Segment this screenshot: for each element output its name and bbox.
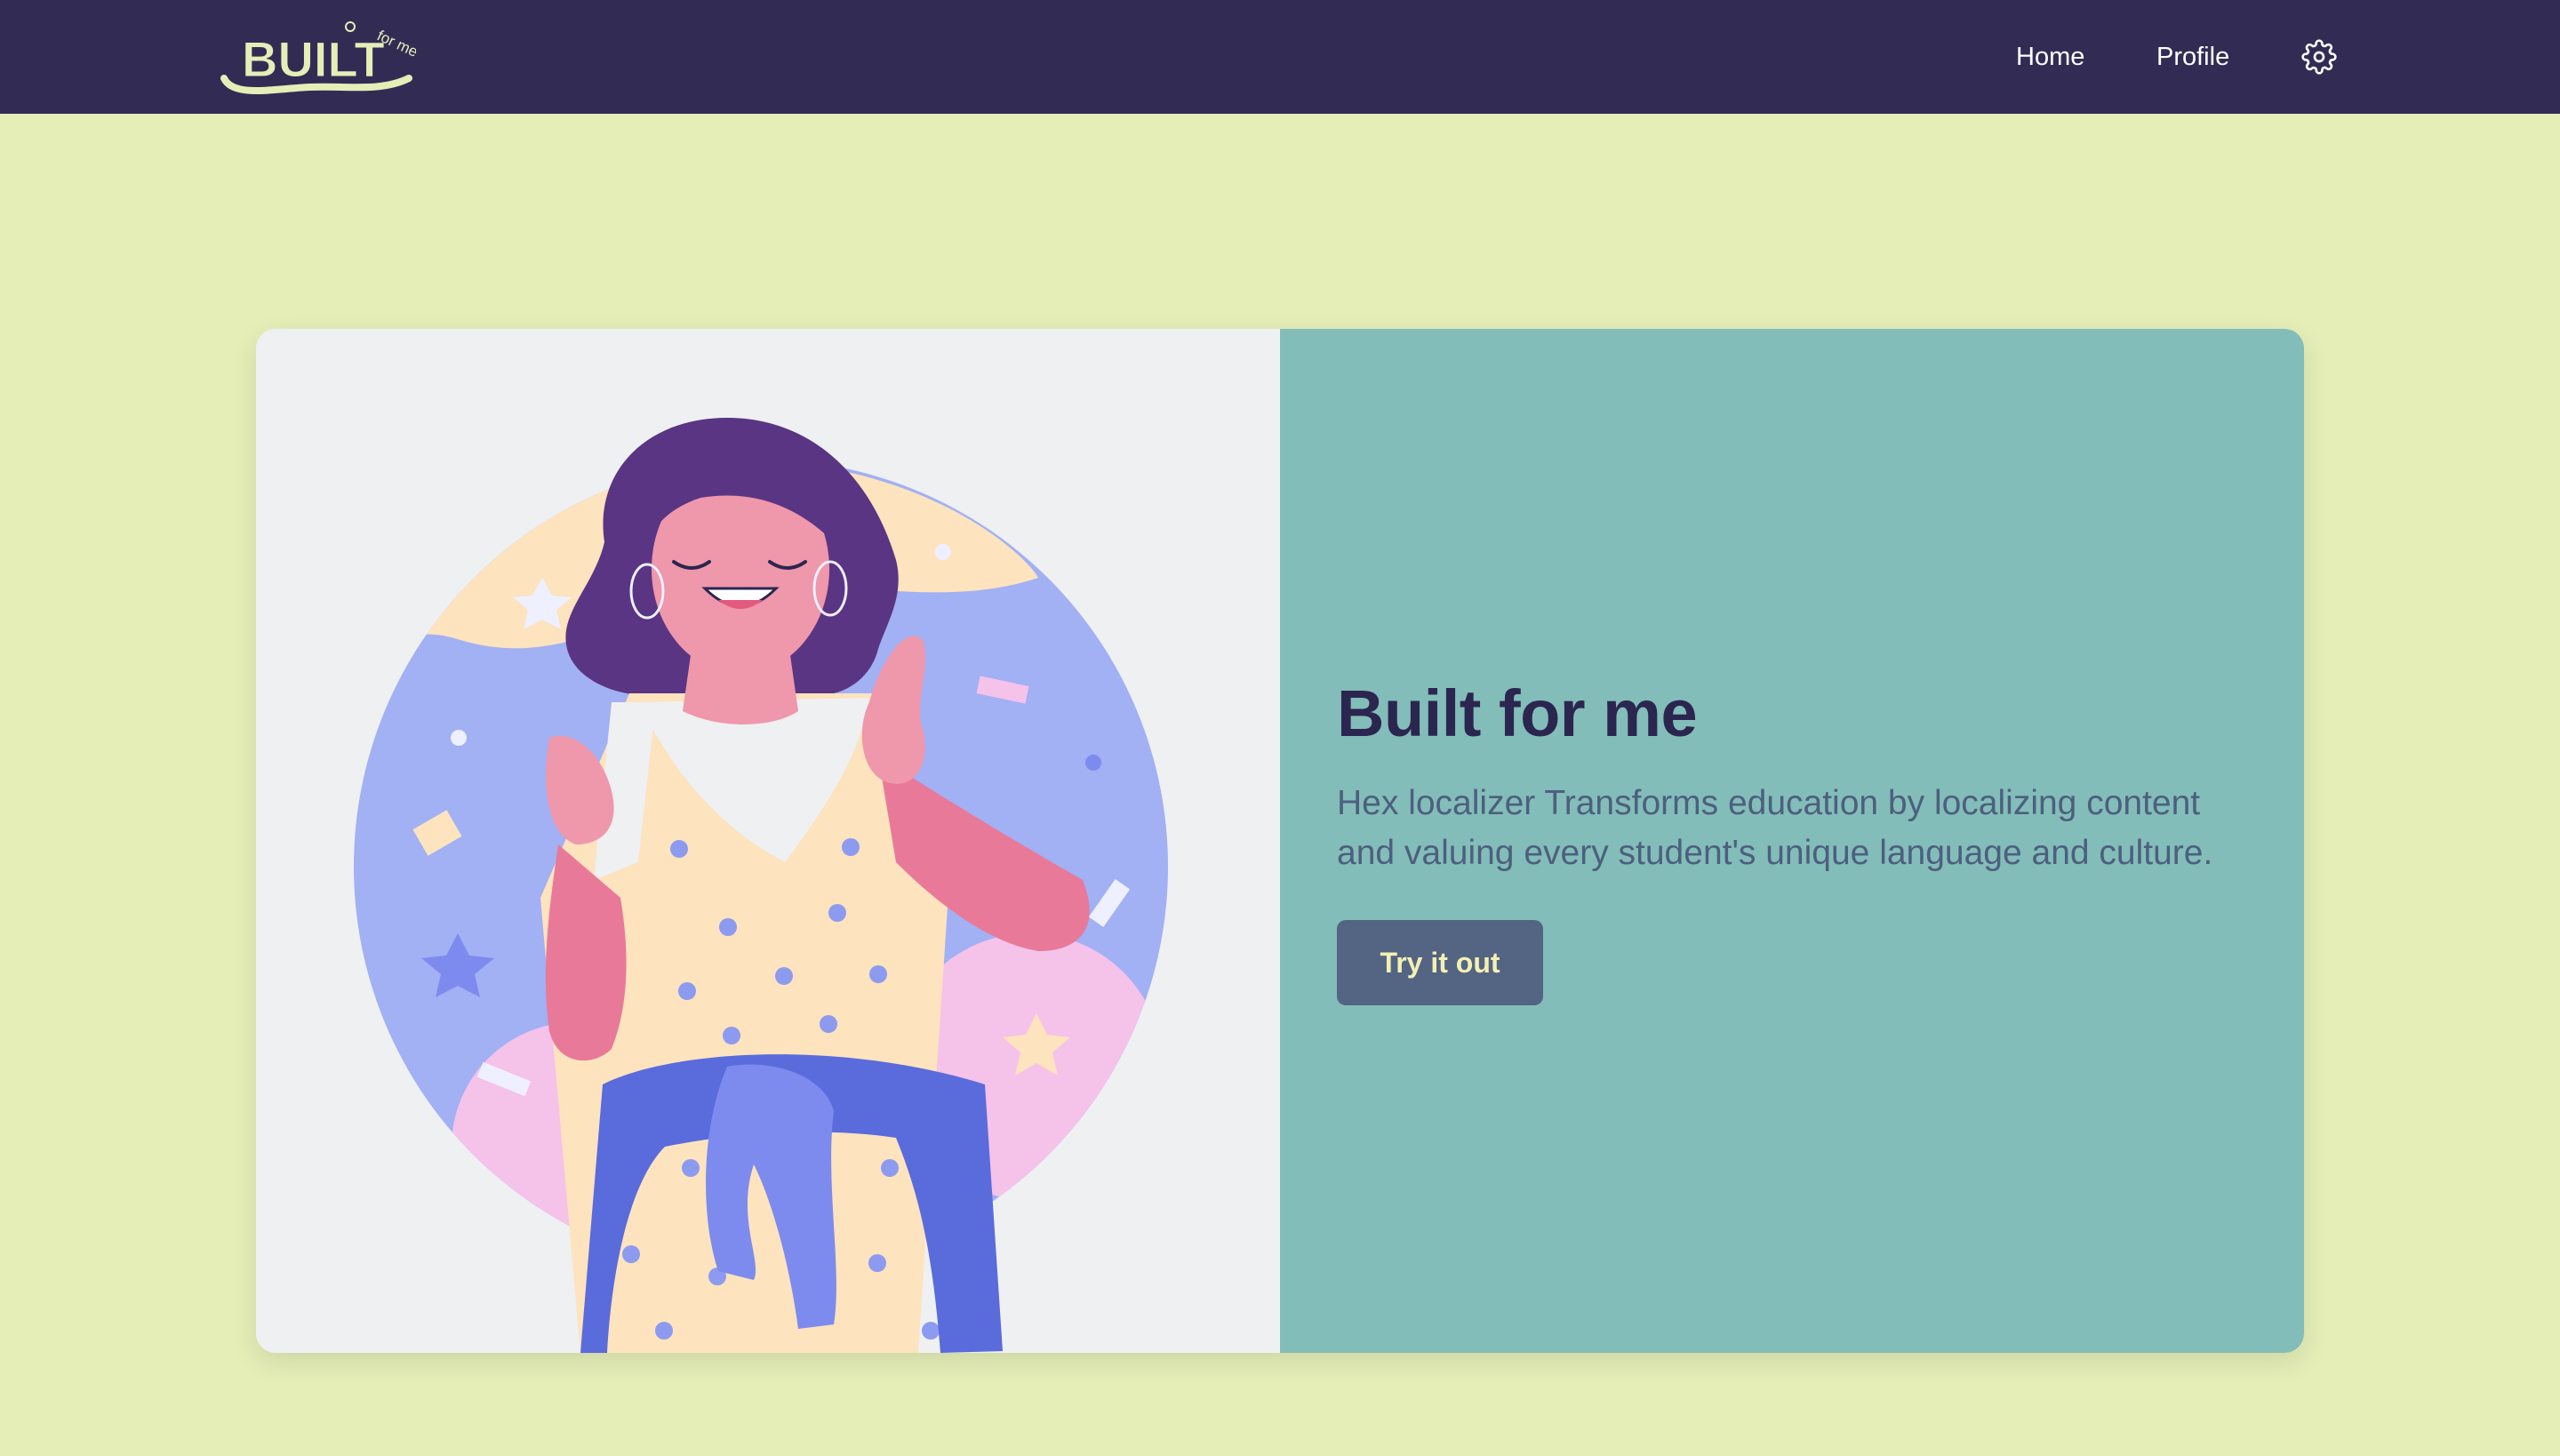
built-for-me-logo[interactable]: BUILT for me (220, 16, 416, 98)
logo-text: BUILT (242, 31, 385, 87)
try-it-out-button[interactable]: Try it out (1337, 920, 1543, 1005)
hero-description: Hex localizer Transforms education by lo… (1337, 784, 2213, 872)
hero-text-panel: Built for me Hex localizer Transforms ed… (1280, 329, 2304, 1353)
girl-thumbs-up-illustration (354, 418, 1168, 1353)
nav-profile-link[interactable]: Profile (2156, 39, 2229, 75)
top-navbar: BUILT for me Home Profile (0, 0, 2560, 114)
nav-home-link[interactable]: Home (2016, 39, 2084, 75)
gear-icon[interactable] (2301, 39, 2337, 75)
hero-illustration-panel (256, 329, 1280, 1353)
hero-title: Built for me (1337, 676, 1698, 750)
hero-card: Built for me Hex localizer Transforms ed… (256, 329, 2304, 1353)
